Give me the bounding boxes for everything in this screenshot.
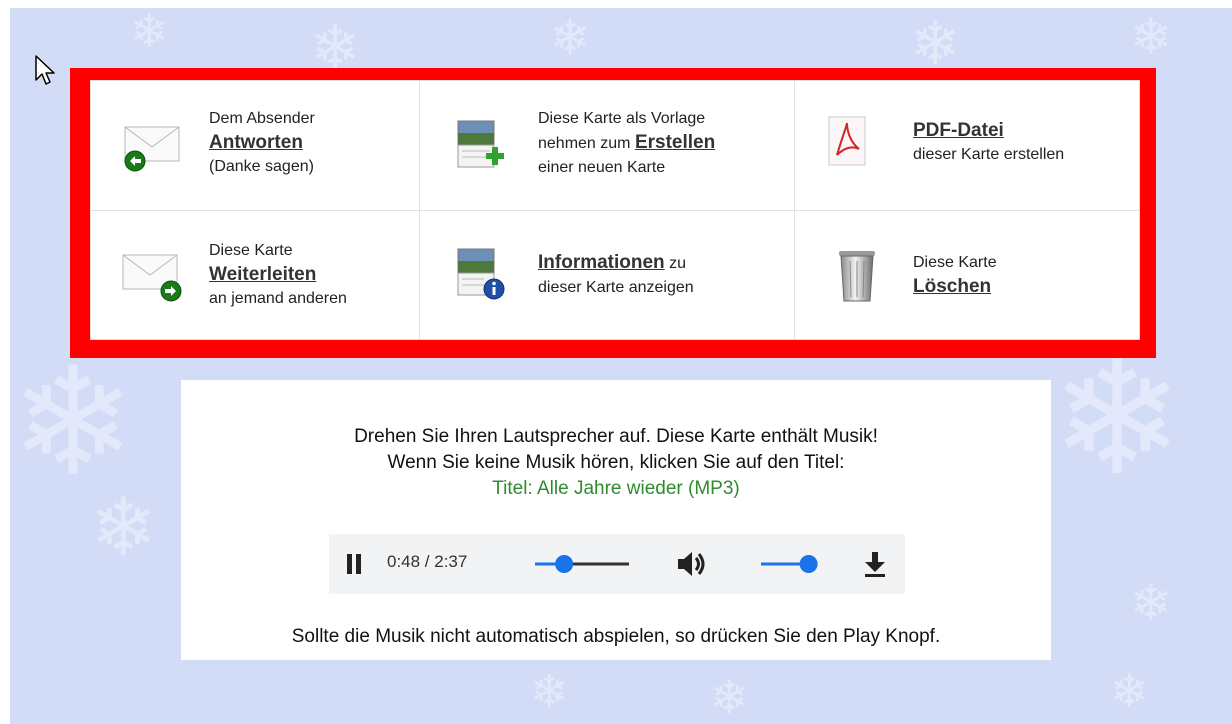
forward-pre-text: Diese Karte xyxy=(209,242,293,259)
snowflake-icon: ❄ xyxy=(1130,574,1172,632)
forward-link[interactable]: Weiterleiten xyxy=(209,263,347,287)
create-card-icon xyxy=(457,120,504,168)
snowflake-icon: ❄ xyxy=(10,336,136,510)
template-post-text: einer neuen Karte xyxy=(538,159,666,176)
snowflake-icon: ❄ xyxy=(530,664,569,718)
audio-player: 0:48 / 2:37 xyxy=(329,534,905,594)
cursor-icon xyxy=(35,55,55,85)
pause-icon[interactable] xyxy=(345,553,363,575)
snowflake-icon: ❄ xyxy=(1110,664,1149,718)
snowflake-icon: ❄ xyxy=(710,670,749,724)
music-footer-text: Sollte die Musik nicht automatisch abspi… xyxy=(291,626,941,647)
volume-slider[interactable] xyxy=(757,552,827,576)
forward-action[interactable]: Diese Karte Weiterleiten an jemand ander… xyxy=(91,211,419,339)
snowflake-icon: ❄ xyxy=(90,481,158,574)
snowflake-icon: ❄ xyxy=(130,8,169,58)
delete-link[interactable]: Löschen xyxy=(913,275,997,299)
pdf-link[interactable]: PDF-Datei xyxy=(913,119,1064,143)
time-display: 0:48 / 2:37 xyxy=(387,552,468,571)
template-pre-text: Diese Karte als Vorlage xyxy=(538,110,706,127)
progress-slider[interactable] xyxy=(529,552,639,576)
forward-envelope-icon xyxy=(122,254,182,302)
trash-can-icon xyxy=(839,251,875,302)
template-mid-text: nehmen zum xyxy=(538,135,635,152)
info-post-text: dieser Karte anzeigen xyxy=(538,279,694,296)
snowflake-icon: ❄ xyxy=(1050,324,1185,511)
info-action[interactable]: Informationen zu dieser Karte anzeigen xyxy=(420,211,794,339)
volume-knob[interactable] xyxy=(799,555,818,573)
snowflake-icon: ❄ xyxy=(910,9,961,79)
info-link[interactable]: Informationen xyxy=(538,252,665,273)
reply-post-text: (Danke sagen) xyxy=(209,158,314,175)
reply-pre-text: Dem Absender xyxy=(209,110,315,127)
reply-envelope-icon xyxy=(124,126,180,172)
snowflake-icon: ❄ xyxy=(1130,8,1172,66)
pdf-icon xyxy=(828,116,866,166)
pdf-action[interactable]: PDF-Datei dieser Karte erstellen xyxy=(795,81,1139,210)
forward-post-text: an jemand anderen xyxy=(209,290,347,307)
delete-pre-text: Diese Karte xyxy=(913,254,997,271)
progress-knob[interactable] xyxy=(555,555,574,573)
music-title-link[interactable]: Titel: Alle Jahre wieder (MP3) xyxy=(181,478,1051,500)
snowflake-icon: ❄ xyxy=(550,10,591,66)
volume-icon[interactable] xyxy=(675,549,709,579)
info-card-icon xyxy=(457,248,505,300)
reply-action[interactable]: Dem Absender Antworten (Danke sagen) xyxy=(91,81,419,210)
card-actions-panel: Dem Absender Antworten (Danke sagen) Die… xyxy=(90,80,1140,340)
reply-link[interactable]: Antworten xyxy=(209,131,315,155)
music-box: Drehen Sie Ihren Lautsprecher auf. Diese… xyxy=(181,380,1051,660)
delete-action[interactable]: Diese Karte Löschen xyxy=(795,211,1139,339)
pdf-post-text: dieser Karte erstellen xyxy=(913,146,1065,163)
info-suffix-text: zu xyxy=(664,255,687,272)
create-link[interactable]: Erstellen xyxy=(635,132,715,153)
music-info-line1: Drehen Sie Ihren Lautsprecher auf. Diese… xyxy=(354,426,878,447)
create-from-template-action[interactable]: Diese Karte als Vorlage nehmen zum Erste… xyxy=(420,81,794,210)
music-info-line2: Wenn Sie keine Musik hören, klicken Sie … xyxy=(387,452,845,473)
download-icon[interactable] xyxy=(863,550,887,578)
